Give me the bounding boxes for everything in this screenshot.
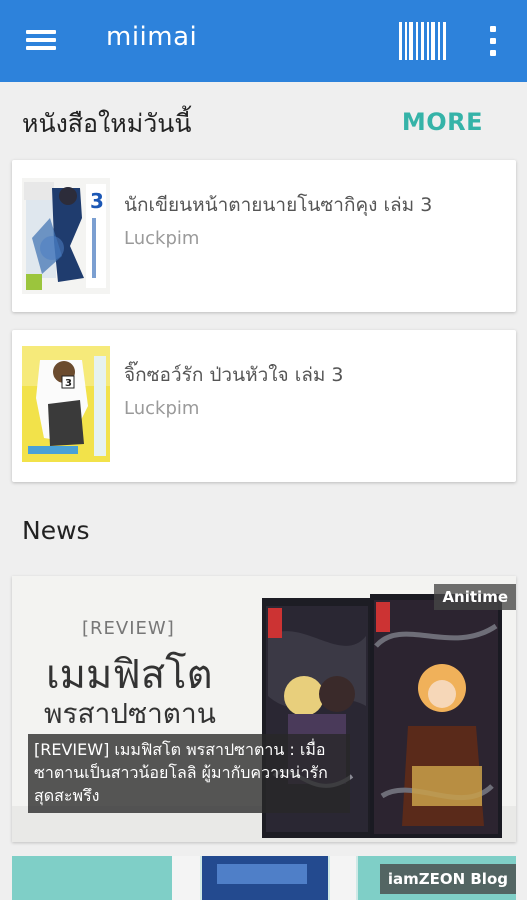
book-cover-image: 3 — [22, 178, 110, 294]
volume-number: 3 — [65, 378, 72, 389]
book-card[interactable]: 3 จิ๊กซอว์รัก ป่วนหัวใจ เล่ม 3 Luckpim — [12, 330, 516, 482]
more-button[interactable]: MORE — [402, 108, 483, 136]
app-title: miimai — [106, 22, 198, 52]
news-source-badge: Anitime — [434, 584, 516, 610]
more-vert-icon[interactable] — [482, 24, 504, 60]
book-title: จิ๊กซอว์รัก ป่วนหัวใจ เล่ม 3 — [124, 364, 344, 386]
barcode-icon[interactable] — [398, 20, 448, 62]
app-bar: miimai — [0, 0, 527, 82]
news-card[interactable]: [REVIEW] เมมฟิสโต พรสาปซาตาน Anitime [RE… — [12, 576, 516, 842]
news-heading: News — [22, 516, 90, 545]
new-books-heading: หนังสือใหม่วันนี้ — [22, 109, 192, 138]
news-source-badge: iamZEON Blog — [379, 864, 516, 894]
news-caption: [REVIEW] เมมฟิสโต พรสาปซาตาน : เมื่อซาตา… — [28, 734, 350, 813]
book-cover-image: 3 — [22, 346, 110, 462]
news-card[interactable]: iamZEON Blog — [12, 856, 516, 900]
volume-number: 3 — [90, 189, 104, 213]
image-headline-small: [REVIEW] — [82, 618, 175, 639]
image-headline-sub: พรสาปซาตาน — [44, 697, 216, 730]
book-title: นักเขียนหน้าตายนายโนซากิคุง เล่ม 3 — [124, 194, 433, 216]
book-card[interactable]: 3 นักเขียนหน้าตายนายโนซากิคุง เล่ม 3 Luc… — [12, 160, 516, 312]
book-author: Luckpim — [124, 228, 200, 249]
hamburger-icon[interactable] — [26, 27, 56, 53]
book-author: Luckpim — [124, 398, 200, 419]
